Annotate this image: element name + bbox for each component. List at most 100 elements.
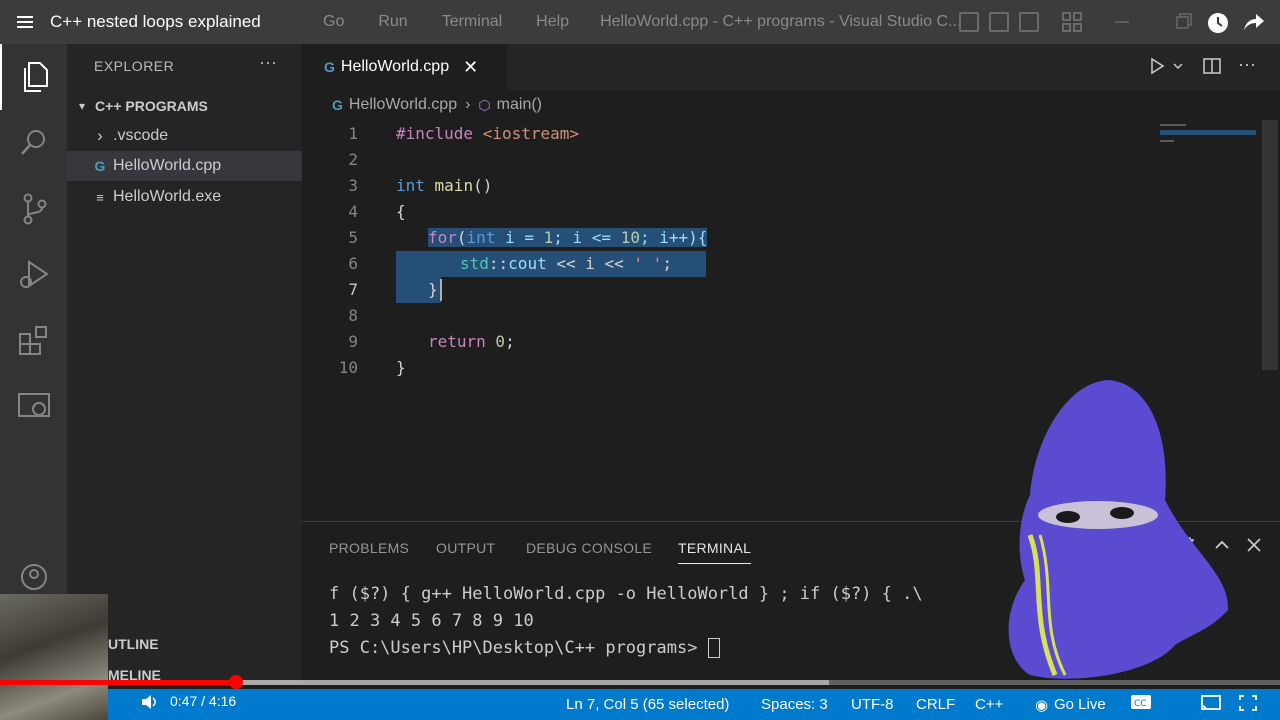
watch-later-icon[interactable] bbox=[1207, 12, 1228, 33]
breadcrumb-symbol[interactable]: main() bbox=[497, 96, 542, 114]
buffered-bar bbox=[235, 680, 830, 685]
code-token: main bbox=[424, 176, 474, 195]
search-icon[interactable] bbox=[0, 110, 67, 176]
code-token: for bbox=[428, 228, 457, 247]
broadcast-icon: ◉ bbox=[1035, 697, 1049, 714]
run-icon[interactable] bbox=[1147, 56, 1187, 81]
line-ending[interactable]: CRLF bbox=[916, 696, 955, 713]
code-token: :: bbox=[488, 254, 509, 273]
tab-terminal[interactable]: TERMINAL bbox=[678, 540, 752, 564]
chevron-right-icon: › bbox=[97, 126, 103, 145]
played-bar bbox=[0, 680, 236, 685]
code-line: 6 std::cout << i << ' '; bbox=[302, 251, 1260, 277]
code-token: int bbox=[466, 228, 496, 247]
line-number: 9 bbox=[348, 332, 358, 351]
code-token: << i << bbox=[546, 254, 634, 273]
menu-go[interactable]: Go bbox=[306, 13, 361, 31]
title-bar: C++ nested loops explained Go Run Termin… bbox=[0, 0, 1280, 44]
outline-section[interactable]: UTLINE bbox=[108, 636, 159, 652]
mascot-drawing bbox=[1000, 375, 1230, 700]
line-number: 8 bbox=[348, 306, 358, 325]
run-debug-icon[interactable] bbox=[0, 242, 67, 308]
video-time: 0:47 / 4:16 bbox=[170, 693, 237, 709]
tab-output[interactable]: OUTPUT bbox=[436, 540, 495, 556]
more-actions-icon[interactable]: ··· bbox=[1238, 54, 1256, 75]
video-progress-bar[interactable] bbox=[0, 675, 1280, 689]
explorer-icon[interactable] bbox=[0, 44, 67, 110]
subtitles-icon[interactable]: CC bbox=[1130, 694, 1152, 715]
line-number: 4 bbox=[348, 202, 358, 221]
language-mode[interactable]: C++ bbox=[975, 696, 1003, 713]
indentation[interactable]: Spaces: 3 bbox=[761, 696, 828, 713]
line-number: 3 bbox=[348, 176, 358, 195]
remote-explorer-icon[interactable] bbox=[0, 374, 67, 440]
terminal-line: 1 2 3 4 5 6 7 8 9 10 bbox=[329, 611, 534, 631]
code-token: ; i++){ bbox=[639, 228, 708, 247]
share-icon[interactable] bbox=[1242, 12, 1264, 32]
split-editor-icon[interactable] bbox=[1202, 56, 1222, 81]
code-token: ; bbox=[662, 254, 672, 273]
volume-icon[interactable] bbox=[140, 693, 158, 716]
line-number: 6 bbox=[348, 254, 358, 273]
code-token: cout bbox=[508, 254, 547, 273]
menu-terminal[interactable]: Terminal bbox=[425, 13, 519, 31]
terminal-text: f ($?) { g++ HelloWorld.cpp -o HelloWorl… bbox=[329, 584, 923, 604]
fullscreen-icon[interactable] bbox=[1238, 694, 1258, 717]
explorer-title: EXPLORER bbox=[94, 58, 175, 74]
breadcrumb-file[interactable]: HelloWorld.cpp bbox=[349, 96, 457, 114]
toggle-secondary-sidebar-icon[interactable] bbox=[1019, 12, 1039, 32]
tree-item-helloworld-cpp[interactable]: G HelloWorld.cpp bbox=[67, 151, 302, 181]
minimize-icon[interactable] bbox=[1112, 12, 1132, 32]
code-token: <iostream> bbox=[473, 124, 580, 143]
minimap[interactable] bbox=[1160, 122, 1256, 146]
cpp-file-icon: G bbox=[332, 97, 343, 113]
code-token: #include bbox=[396, 124, 474, 143]
code-token: { bbox=[396, 202, 406, 221]
code-token: } bbox=[428, 280, 438, 299]
cast-icon[interactable] bbox=[1200, 694, 1222, 717]
source-control-icon[interactable] bbox=[0, 176, 67, 242]
terminal-line: f ($?) { g++ HelloWorld.cpp -o HelloWorl… bbox=[329, 584, 923, 604]
code-line: 9 return 0; bbox=[302, 329, 1260, 355]
code-token: ; i <= bbox=[553, 228, 621, 247]
line-number: 5 bbox=[348, 228, 358, 247]
tab-helloworld-cpp[interactable]: G HelloWorld.cpp ✕ bbox=[302, 44, 507, 90]
toggle-panel-icon[interactable] bbox=[989, 12, 1009, 32]
tree-item-label: HelloWorld.cpp bbox=[113, 157, 222, 174]
code-token: 10 bbox=[620, 228, 640, 247]
code-token: 0 bbox=[485, 332, 506, 351]
cursor-position[interactable]: Ln 7, Col 5 (65 selected) bbox=[566, 696, 729, 713]
code-line: 8 bbox=[302, 303, 1260, 329]
restore-icon[interactable] bbox=[1174, 12, 1194, 32]
tree-item-vscode[interactable]: › .vscode bbox=[67, 121, 302, 151]
close-icon[interactable]: ✕ bbox=[463, 57, 478, 78]
tree-item-helloworld-exe[interactable]: ≡ HelloWorld.exe bbox=[67, 182, 302, 212]
text-cursor bbox=[440, 279, 442, 301]
activity-bar bbox=[0, 44, 67, 684]
terminal-line[interactable]: PS C:\Users\HP\Desktop\C++ programs> bbox=[329, 638, 720, 658]
close-panel-icon[interactable] bbox=[1245, 536, 1263, 559]
encoding[interactable]: UTF-8 bbox=[851, 696, 894, 713]
scrubber-handle[interactable] bbox=[228, 675, 243, 689]
extensions-icon[interactable] bbox=[0, 308, 67, 374]
tab-problems[interactable]: PROBLEMS bbox=[329, 540, 409, 556]
editor-scrollbar[interactable] bbox=[1262, 120, 1278, 370]
code-token: ' ' bbox=[633, 254, 663, 273]
customize-layout-icon[interactable] bbox=[1062, 12, 1082, 32]
menu-icon[interactable] bbox=[0, 0, 50, 44]
menu-help[interactable]: Help bbox=[519, 13, 586, 31]
toggle-sidebar-icon[interactable] bbox=[959, 12, 979, 32]
code-token: } bbox=[396, 358, 406, 377]
chevron-down-icon: ▾ bbox=[79, 99, 86, 113]
line-number: 1 bbox=[348, 124, 358, 143]
folder-header[interactable]: ▾ C++ PROGRAMS bbox=[67, 92, 302, 120]
tree-item-label: .vscode bbox=[113, 127, 169, 144]
code-line: 1 #include <iostream> bbox=[302, 121, 1260, 147]
explorer-sidebar: EXPLORER ··· ▾ C++ PROGRAMS › .vscode G … bbox=[67, 44, 302, 684]
more-actions-icon[interactable]: ··· bbox=[259, 52, 277, 73]
menu-bar: Go Run Terminal Help bbox=[306, 13, 586, 31]
go-live-button[interactable]: Go Live bbox=[1054, 696, 1106, 713]
line-number: 10 bbox=[338, 358, 358, 377]
menu-run[interactable]: Run bbox=[361, 13, 424, 31]
tab-debug-console[interactable]: DEBUG CONSOLE bbox=[526, 540, 652, 556]
